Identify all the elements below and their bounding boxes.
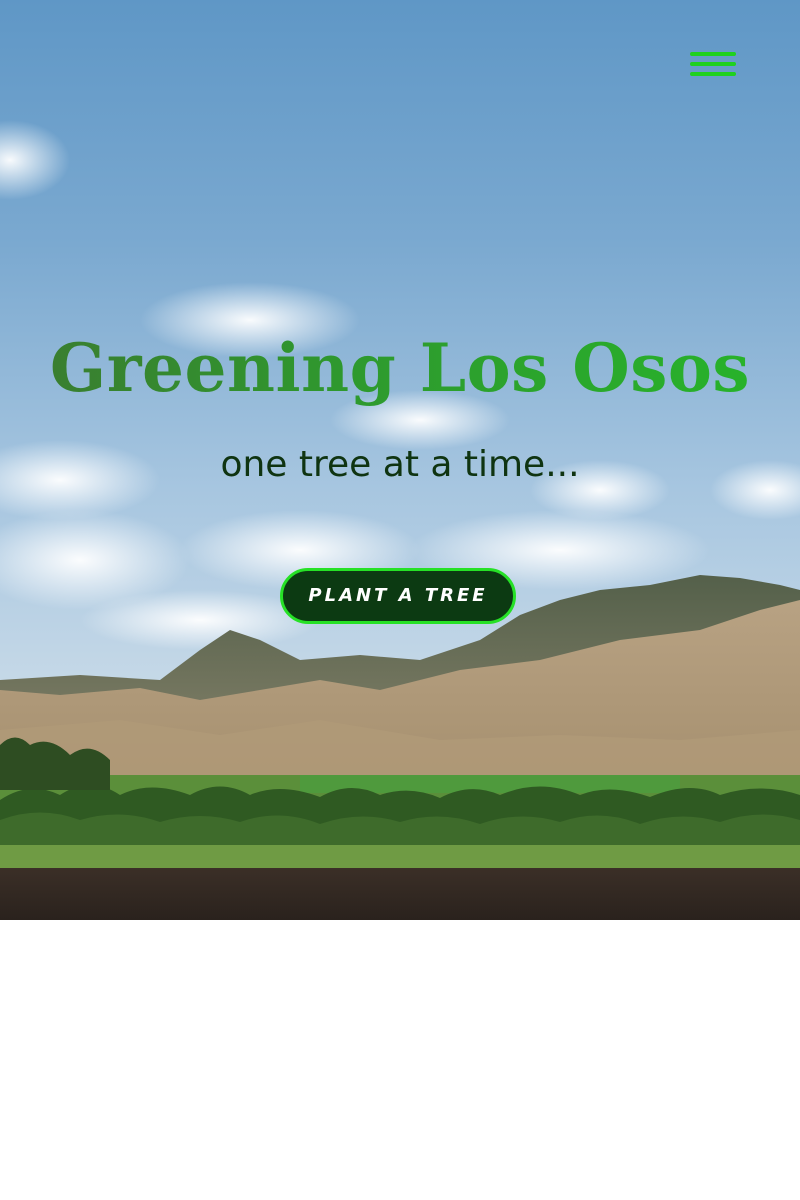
plant-a-tree-button[interactable]: PLANT A TREE bbox=[280, 568, 516, 624]
page-title: Greening Los Osos bbox=[0, 318, 800, 418]
hamburger-menu-icon[interactable] bbox=[690, 50, 738, 82]
page: Greening Los Osos one tree at a time... … bbox=[0, 0, 800, 1200]
menu-bar-top bbox=[690, 52, 736, 56]
hero-subtitle: one tree at a time... bbox=[220, 444, 580, 485]
menu-bar-middle bbox=[690, 62, 736, 66]
hero-section: Greening Los Osos one tree at a time... … bbox=[0, 0, 800, 920]
menu-bar-bottom bbox=[690, 72, 736, 76]
